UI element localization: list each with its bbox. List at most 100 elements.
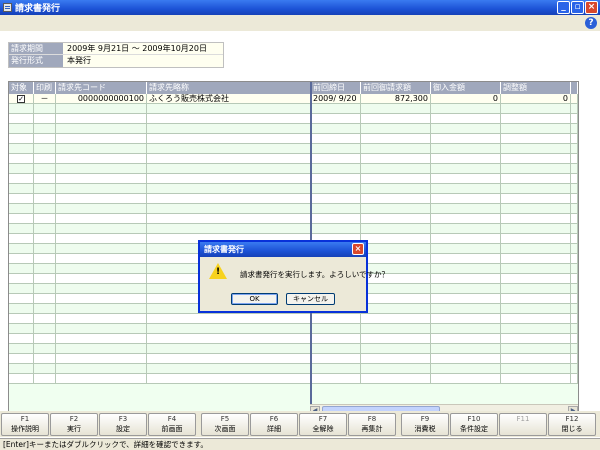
empty-cell	[571, 154, 578, 163]
fkey-f1[interactable]: F1 操作説明	[1, 413, 49, 436]
empty-cell	[311, 314, 361, 323]
empty-row[interactable]	[9, 174, 578, 184]
empty-cell	[501, 124, 571, 133]
fkey-label: 閉じる	[561, 425, 583, 433]
empty-row[interactable]	[9, 354, 578, 364]
empty-cell	[501, 284, 571, 293]
fkey-f8[interactable]: F8 再集計	[348, 413, 396, 436]
ok-button[interactable]: OK	[231, 293, 278, 305]
empty-row[interactable]	[9, 144, 578, 154]
fkey-label: F4	[167, 415, 177, 423]
header-target[interactable]: 対象	[9, 82, 34, 94]
empty-cell	[431, 284, 501, 293]
empty-row[interactable]	[9, 364, 578, 374]
header-prev-bill[interactable]: 前回御請求額	[361, 82, 431, 94]
fkey-f3[interactable]: F3 設定	[99, 413, 147, 436]
empty-cell	[571, 174, 578, 183]
empty-row[interactable]	[9, 164, 578, 174]
header-paid[interactable]: 御入金額	[431, 82, 501, 94]
empty-cell	[34, 264, 56, 273]
fkey-f11[interactable]: F11	[499, 413, 547, 436]
cancel-button[interactable]: キャンセル	[286, 293, 335, 305]
empty-row[interactable]	[9, 214, 578, 224]
empty-cell	[56, 264, 147, 273]
help-icon[interactable]: ?	[585, 17, 597, 29]
header-name[interactable]: 請求先略称	[147, 82, 311, 94]
empty-cell	[147, 174, 311, 183]
empty-cell	[34, 154, 56, 163]
empty-row[interactable]	[9, 154, 578, 164]
minimize-button[interactable]: _	[557, 1, 570, 14]
grid-body: ✓ － 0000000000100 ふくろう販売株式会社 2009/ 9/20 …	[9, 94, 578, 384]
empty-cell	[571, 194, 578, 203]
paid-cell: 0	[431, 94, 501, 103]
fkey-label: 全解除	[312, 425, 334, 433]
empty-row[interactable]	[9, 374, 578, 384]
empty-cell	[34, 184, 56, 193]
empty-row[interactable]	[9, 344, 578, 354]
empty-cell	[501, 154, 571, 163]
empty-cell	[571, 284, 578, 293]
empty-row[interactable]	[9, 204, 578, 214]
empty-row[interactable]	[9, 194, 578, 204]
empty-row[interactable]	[9, 334, 578, 344]
target-cell[interactable]: ✓	[9, 94, 34, 103]
empty-cell	[34, 334, 56, 343]
empty-row[interactable]	[9, 184, 578, 194]
empty-cell	[311, 354, 361, 363]
empty-cell	[34, 164, 56, 173]
type-label: 発行形式	[9, 55, 63, 67]
empty-cell	[9, 314, 34, 323]
table-row[interactable]: ✓ － 0000000000100 ふくろう販売株式会社 2009/ 9/20 …	[9, 94, 578, 104]
empty-cell	[56, 134, 147, 143]
empty-cell	[56, 324, 147, 333]
empty-row[interactable]	[9, 124, 578, 134]
empty-cell	[311, 374, 361, 383]
fkey-f10[interactable]: F10 条件設定	[450, 413, 498, 436]
empty-row[interactable]	[9, 314, 578, 324]
fkey-label: 前画面	[161, 425, 183, 433]
fkey-label: F9	[420, 415, 430, 423]
empty-cell	[501, 304, 571, 313]
empty-cell	[9, 184, 34, 193]
dialog-close-button[interactable]: ×	[352, 243, 364, 255]
empty-cell	[501, 364, 571, 373]
target-checkbox[interactable]: ✓	[17, 94, 25, 103]
info-panel: 請求期間 2009年 9月21日 ～ 2009年10月20日 発行形式 本発行	[8, 42, 224, 68]
fkey-f6[interactable]: F6 詳細	[250, 413, 298, 436]
fkey-f9[interactable]: F9 消費税	[401, 413, 449, 436]
empty-row[interactable]	[9, 104, 578, 114]
empty-cell	[56, 364, 147, 373]
empty-cell	[431, 254, 501, 263]
empty-cell	[311, 114, 361, 123]
fkey-label: F6	[269, 415, 279, 423]
fkey-f7[interactable]: F7 全解除	[299, 413, 347, 436]
header-adjust[interactable]: 調整額	[501, 82, 571, 94]
empty-cell	[361, 314, 431, 323]
empty-row[interactable]	[9, 224, 578, 234]
fkey-label: 操作説明	[11, 425, 39, 433]
empty-cell	[361, 244, 431, 253]
header-print[interactable]: 印刷	[34, 82, 56, 94]
fkey-f2[interactable]: F2 実行	[50, 413, 98, 436]
fkey-label: F11	[516, 415, 530, 423]
empty-cell	[9, 374, 34, 383]
empty-cell	[56, 234, 147, 243]
header-code[interactable]: 請求先コード	[56, 82, 147, 94]
fkey-f12[interactable]: F12 閉じる	[548, 413, 596, 436]
empty-row[interactable]	[9, 134, 578, 144]
fkey-f5[interactable]: F5 次画面	[201, 413, 249, 436]
dialog-title-bar: 請求書発行 ×	[200, 242, 366, 257]
close-button[interactable]: ×	[585, 1, 598, 14]
header-prev-date[interactable]: 前回締日	[311, 82, 361, 94]
empty-cell	[501, 234, 571, 243]
empty-cell	[311, 184, 361, 193]
maximize-button[interactable]: ▫	[571, 1, 584, 14]
empty-row[interactable]	[9, 324, 578, 334]
fkey-f4[interactable]: F4 前画面	[148, 413, 196, 436]
empty-cell	[501, 254, 571, 263]
empty-row[interactable]	[9, 114, 578, 124]
empty-cell	[311, 124, 361, 133]
empty-cell	[147, 214, 311, 223]
empty-cell	[501, 324, 571, 333]
